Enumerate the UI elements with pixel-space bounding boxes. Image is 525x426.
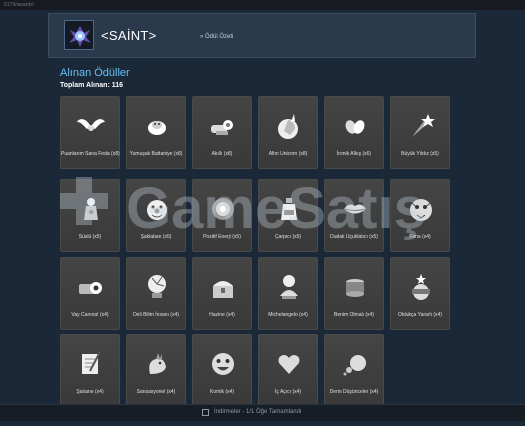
avatar-image	[65, 21, 93, 49]
award-label: Sansasyonel (x4)	[136, 389, 176, 395]
potion-bottle-icon	[281, 198, 297, 220]
laughing-face-icon	[212, 353, 234, 375]
award-label: Oldukça Yararlı (x4)	[398, 312, 442, 318]
award-card[interactable]: Şairane (x4)	[60, 334, 120, 407]
award-card[interactable]: Oldukça Yararlı (x4)	[390, 257, 450, 330]
award-card[interactable]: Benim Olmalı (x4)	[324, 257, 384, 330]
award-label: Benim Olmalı (x4)	[333, 312, 374, 318]
fancy-figure-icon	[84, 198, 98, 220]
avatar[interactable]	[64, 20, 94, 50]
award-label: Fena (x4)	[409, 234, 431, 240]
award-label: Akıllı (x8)	[211, 151, 233, 157]
award-card[interactable]: Pozitif Enerji (x5)	[192, 179, 252, 252]
award-label: Şaklaban (x5)	[140, 234, 172, 240]
award-label: Süslü (x5)	[78, 234, 102, 240]
award-label: Büyük Yıldız (x5)	[401, 151, 439, 157]
award-card[interactable]: Büyük Yıldız (x5)	[390, 96, 450, 169]
eyeballs-icon	[79, 282, 102, 294]
total-awards-count: Toplam Alınan: 116	[60, 82, 124, 89]
lips-icon	[343, 204, 367, 214]
award-label: İronik Alkış (x6)	[336, 151, 372, 157]
plasma-globe-icon	[148, 275, 166, 298]
breadcrumb: » Ödül Özeti	[200, 34, 234, 40]
award-card[interactable]: Akıllı (x8)	[192, 96, 252, 169]
mask-icon	[412, 274, 430, 300]
status-bar: İndirmeler - 1/1 Öğe Tamamlandı	[0, 404, 525, 421]
award-card[interactable]: Komik (x4)	[192, 334, 252, 407]
award-card[interactable]: İronik Alkış (x6)	[324, 96, 384, 169]
unicorn-icon	[278, 114, 298, 139]
award-card[interactable]: Fena (x4)	[390, 179, 450, 252]
clapping-hands-icon	[345, 120, 365, 134]
award-card[interactable]: Yumuşak Battaniye (x8)	[126, 96, 186, 169]
award-label: Pozitif Enerji (x5)	[203, 234, 241, 240]
award-label: Puanlarım Sana Feda (x8)	[61, 151, 120, 157]
pedestal-icon	[346, 279, 364, 297]
award-label: İç Açıcı (x4)	[274, 389, 302, 395]
award-card[interactable]: Şaklaban (x5)	[126, 179, 186, 252]
address-bar[interactable]: 6179/awards/	[0, 0, 525, 10]
award-card[interactable]: Altın Unicorn (x8)	[258, 96, 318, 169]
award-card[interactable]: Vay Canına! (x4)	[60, 257, 120, 330]
downloads-status[interactable]: İndirmeler - 1/1 Öğe Tamamlandı	[214, 409, 302, 415]
award-card[interactable]: Michelangelo (x4)	[258, 257, 318, 330]
awards-grid: Puanlarım Sana Feda (x8) Yumuşak Battani…	[60, 96, 460, 426]
heart-icon	[278, 355, 300, 374]
award-label: Dudak Uçuklatıcı (x5)	[330, 234, 378, 240]
award-card[interactable]: Hazine (x4)	[192, 257, 252, 330]
award-label: Altın Unicorn (x8)	[268, 151, 308, 157]
award-card[interactable]: Derin Düşünceler (x4)	[324, 334, 384, 407]
wings-icon	[77, 119, 105, 131]
blanket-icon	[148, 121, 166, 135]
tiger-icon	[410, 199, 432, 221]
award-card[interactable]: Deli Bilim İnsanı (x4)	[126, 257, 186, 330]
award-label: Çarpıcı (x5)	[274, 234, 302, 240]
award-card[interactable]: Çarpıcı (x5)	[258, 179, 318, 252]
rooster-icon	[149, 353, 166, 374]
shooting-star-icon	[412, 114, 435, 137]
award-label: Hazine (x4)	[209, 312, 235, 318]
scroll-quill-icon	[82, 351, 101, 374]
profile-header: <SAİNT> » Ödül Özeti	[48, 13, 476, 58]
award-label: Derin Düşünceler (x4)	[329, 389, 379, 395]
treasure-chest-icon	[213, 281, 233, 298]
download-icon[interactable]	[202, 409, 209, 416]
award-label: Deli Bilim İnsanı (x4)	[133, 312, 179, 318]
award-label: Michelangelo (x4)	[268, 312, 308, 318]
clown-icon	[147, 200, 167, 220]
page-title: Alınan Ödüller	[60, 67, 130, 79]
bust-icon	[280, 275, 298, 299]
award-card[interactable]: Puanlarım Sana Feda (x8)	[60, 96, 120, 169]
award-label: Komik (x4)	[210, 389, 234, 395]
award-card[interactable]: İç Açıcı (x4)	[258, 334, 318, 407]
award-label: Şairane (x4)	[76, 389, 104, 395]
award-card[interactable]: Sansasyonel (x4)	[126, 334, 186, 407]
energy-orb-icon	[212, 198, 234, 220]
brain-gear-icon	[211, 120, 233, 135]
profile-name[interactable]: <SAİNT>	[101, 28, 157, 43]
award-card[interactable]: Süslü (x5)	[60, 179, 120, 252]
thought-bubble-icon	[343, 355, 366, 376]
award-label: Vay Canına! (x4)	[71, 312, 109, 318]
award-card[interactable]: Dudak Uçuklatıcı (x5)	[324, 179, 384, 252]
award-label: Yumuşak Battaniye (x8)	[129, 151, 183, 157]
